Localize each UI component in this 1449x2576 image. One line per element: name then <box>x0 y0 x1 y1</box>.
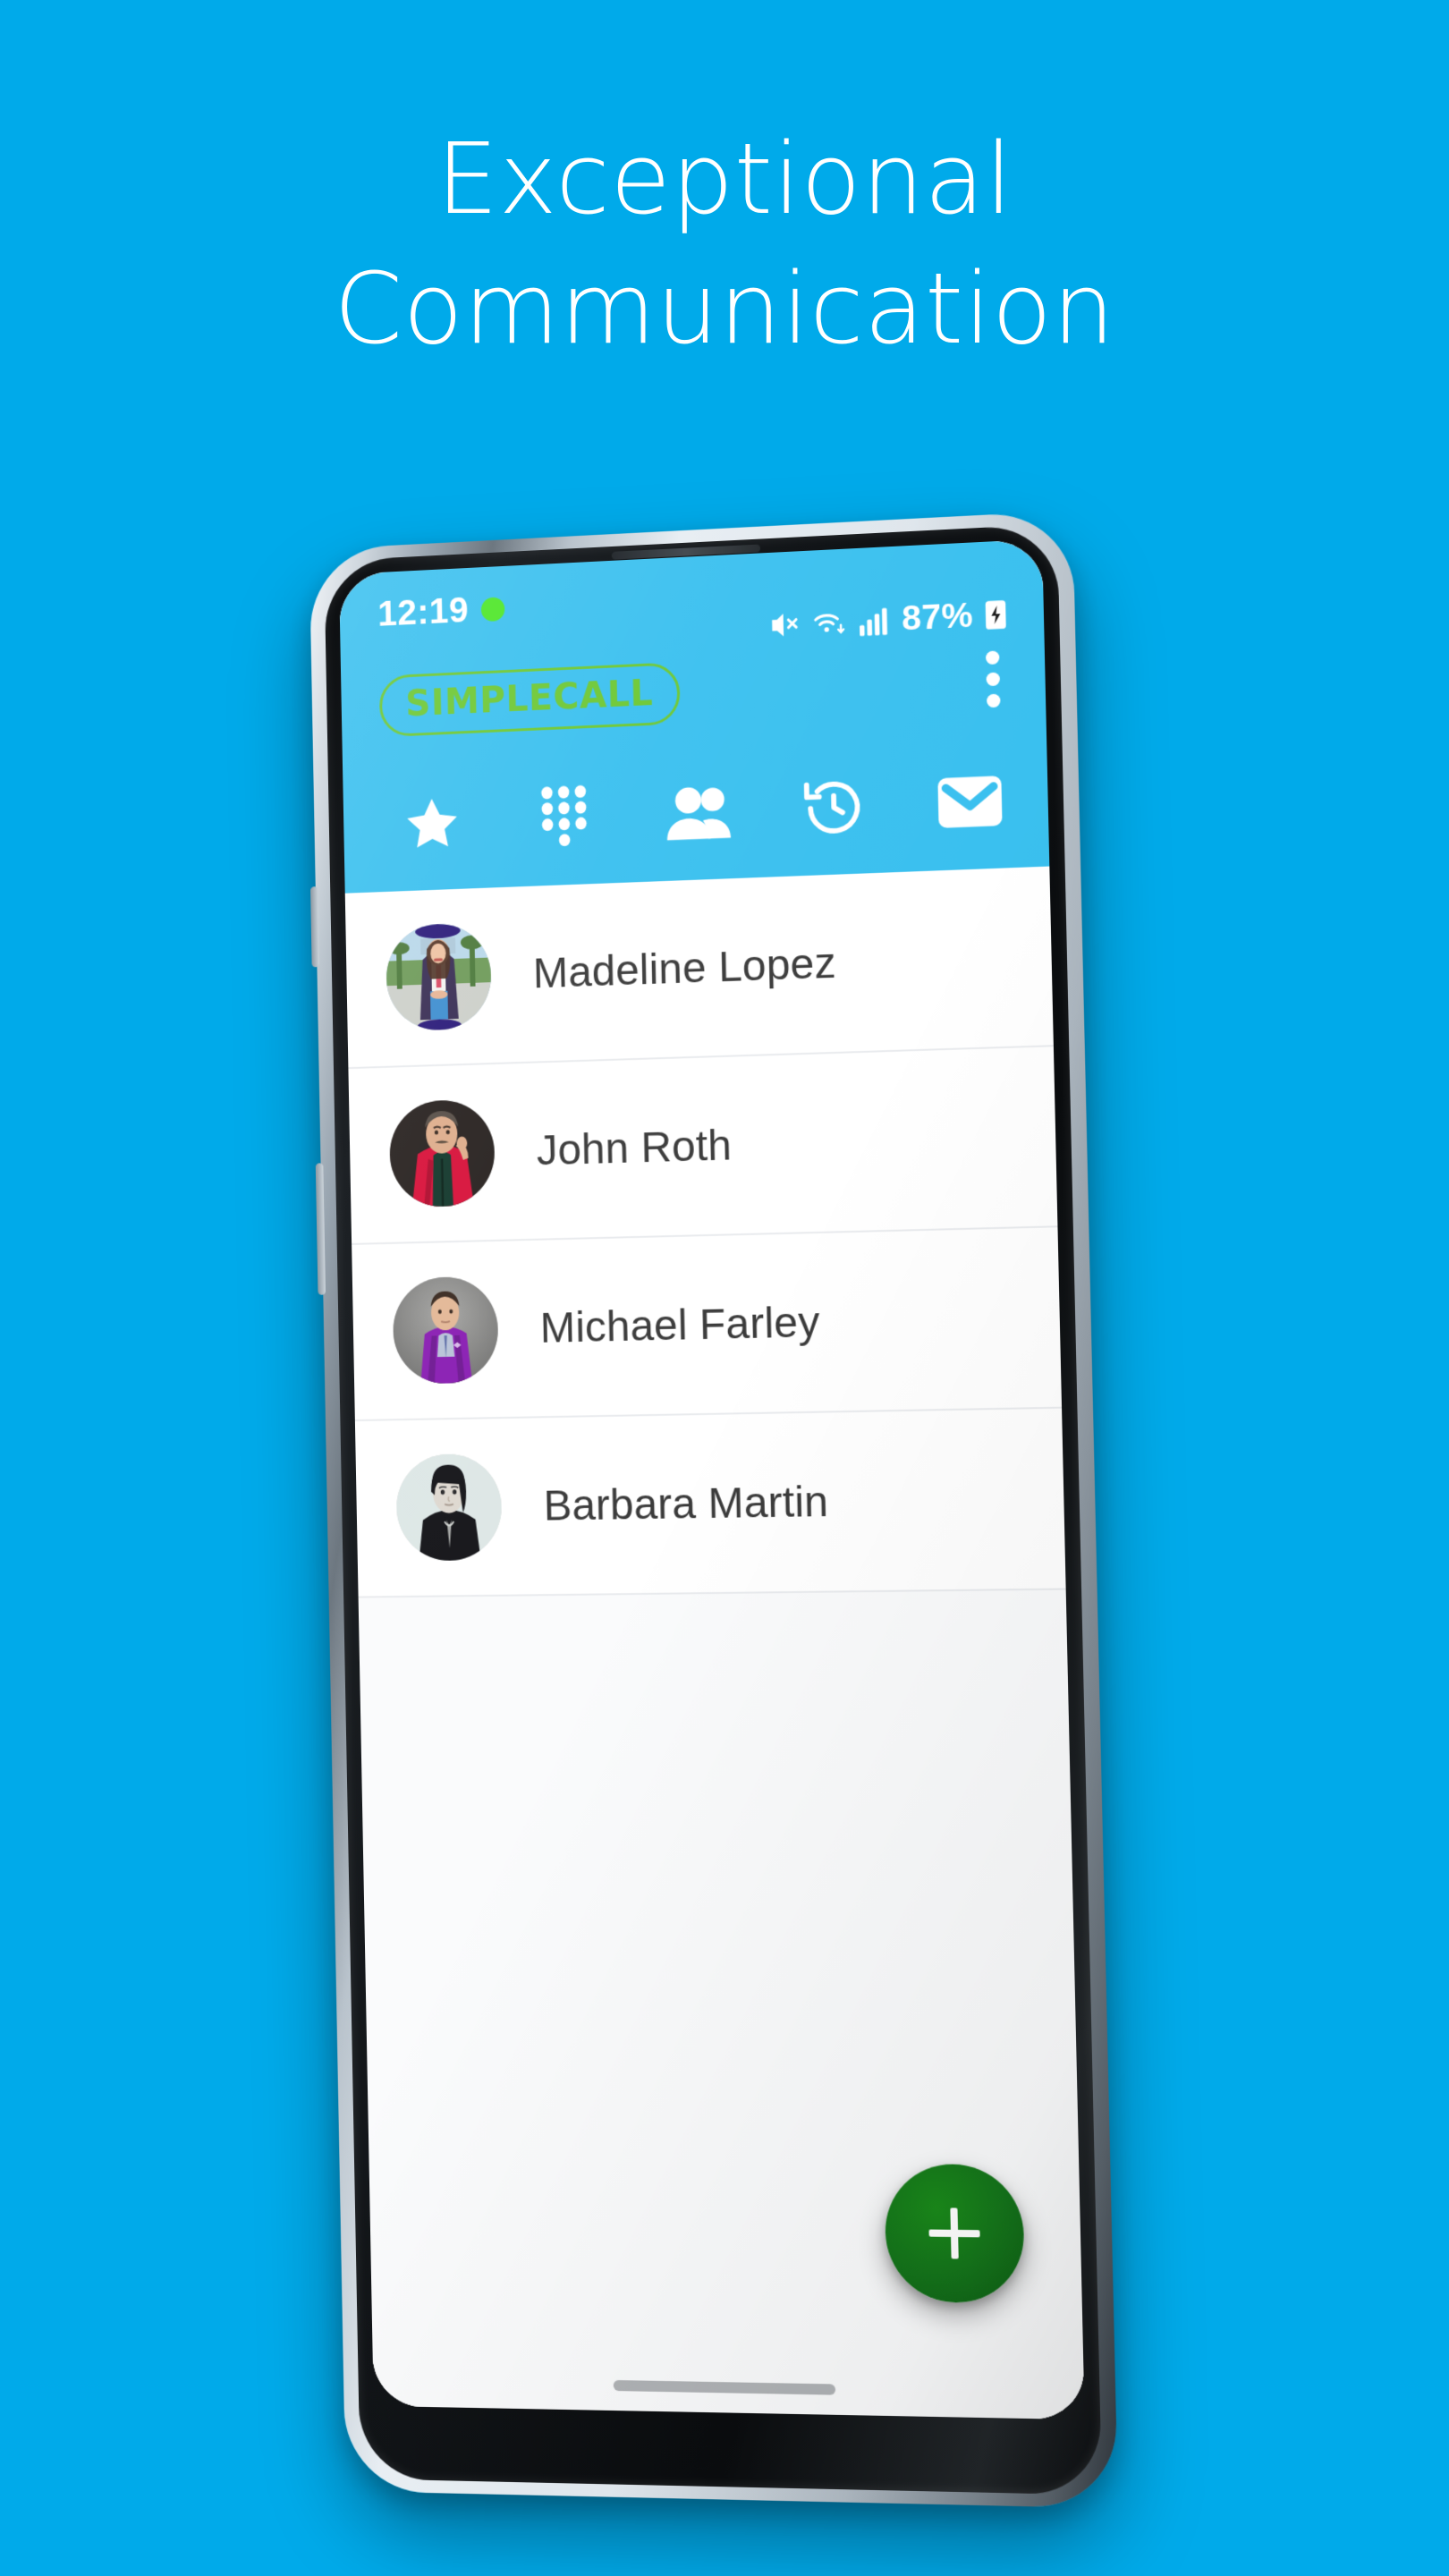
status-bar-left: 12:19 <box>377 589 505 634</box>
envelope-icon <box>935 771 1004 833</box>
tab-messages[interactable] <box>900 732 1040 872</box>
tab-history[interactable] <box>765 738 903 877</box>
avatar <box>385 922 493 1032</box>
contact-name: John Roth <box>536 1121 733 1174</box>
tab-contacts[interactable] <box>630 743 767 882</box>
app-root: 12:19 87% SIMPLECALL Madeline Lopez John… <box>338 538 1085 2420</box>
tab-dialpad[interactable] <box>496 750 632 887</box>
overflow-dot <box>985 649 1000 665</box>
add-contact-fab[interactable] <box>884 2163 1026 2304</box>
wifi-icon <box>810 605 847 640</box>
star-icon <box>402 792 462 855</box>
people-icon <box>664 783 733 844</box>
history-clock-icon <box>801 774 867 841</box>
contact-name: Michael Farley <box>539 1298 821 1352</box>
phone-screen: 12:19 87% SIMPLECALL Madeline Lopez John… <box>338 538 1085 2420</box>
headline-line-1: Exceptional <box>436 122 1013 236</box>
table-row[interactable]: John Roth <box>348 1046 1058 1245</box>
dialpad-icon <box>538 784 591 853</box>
contact-list[interactable]: Madeline Lopez John Roth Michael Farley … <box>344 866 1085 2420</box>
table-row[interactable]: Madeline Lopez <box>344 866 1055 1070</box>
mute-icon <box>767 607 801 643</box>
app-logo: SIMPLECALL <box>378 662 681 738</box>
table-row[interactable]: Michael Farley <box>352 1227 1063 1422</box>
plus-icon <box>928 2207 980 2259</box>
phone-side-button-volume <box>309 886 320 968</box>
overflow-dot <box>987 693 1001 708</box>
status-time: 12:19 <box>377 590 470 634</box>
headline-line-2: Communication <box>334 251 1115 367</box>
table-row[interactable]: Barbara Martin <box>354 1408 1066 1598</box>
recording-indicator-icon <box>480 597 505 623</box>
battery-percent-label: 87% <box>901 596 974 639</box>
avatar <box>388 1098 496 1208</box>
tab-favorites[interactable] <box>365 755 499 893</box>
overflow-menu-icon[interactable] <box>975 642 1012 715</box>
status-bar-right: 87% <box>767 595 1008 646</box>
page-headline: Exceptional Communication <box>0 114 1449 374</box>
signal-bars-icon <box>858 604 889 638</box>
overflow-dot <box>986 671 1001 686</box>
phone-mockup: 12:19 87% SIMPLECALL Madeline Lopez John… <box>295 510 1127 2522</box>
empty-list-area <box>358 1589 1085 2420</box>
battery-charging-icon <box>984 597 1008 632</box>
avatar <box>395 1453 503 1562</box>
avatar <box>392 1275 499 1385</box>
